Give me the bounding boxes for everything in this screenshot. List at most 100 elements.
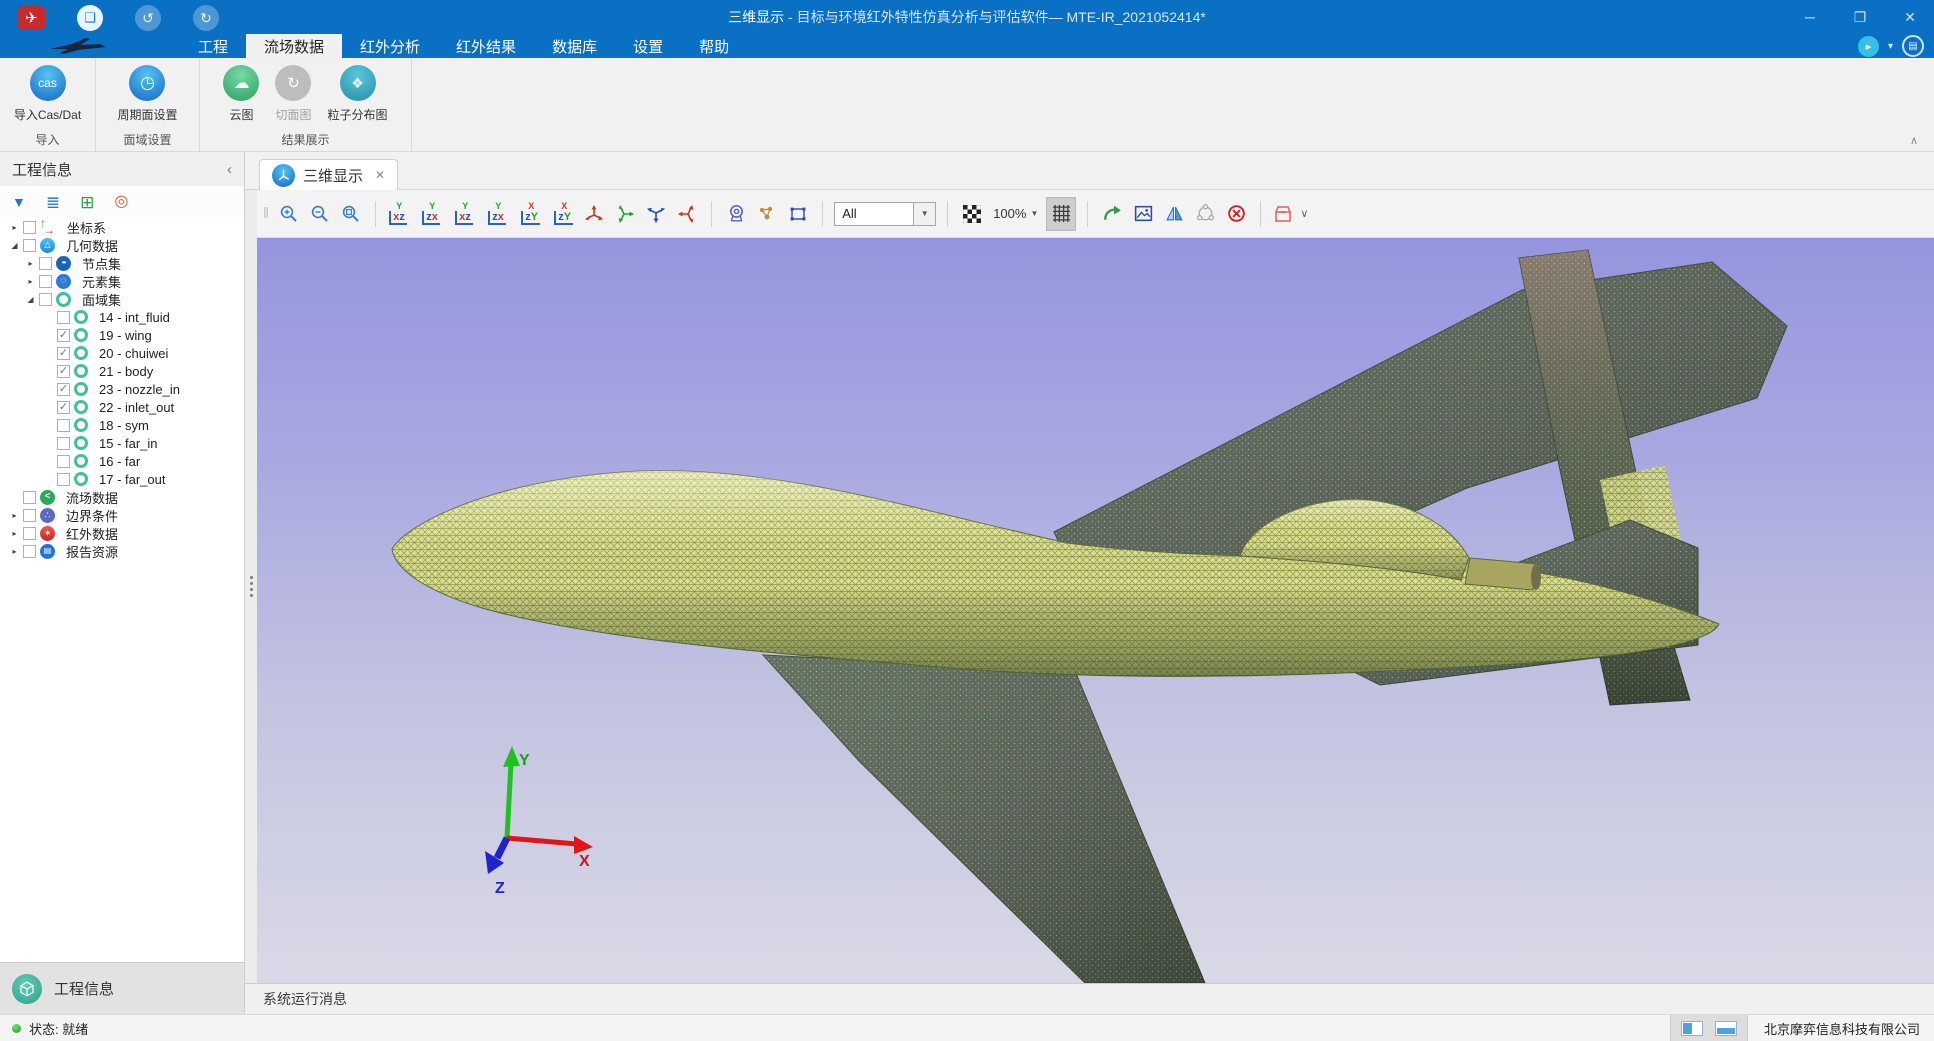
menu-tab-help[interactable]: 帮助 (681, 34, 747, 58)
tree-checkbox[interactable] (57, 473, 70, 486)
ribbon-collapse-icon[interactable]: ∧ (1910, 134, 1918, 147)
tree-checkbox[interactable] (57, 419, 70, 432)
view-orientation-button-6[interactable]: XzY (552, 202, 576, 226)
tree-checkbox[interactable]: ✓ (57, 365, 70, 378)
select-box-icon[interactable] (785, 201, 811, 227)
tree-checkbox[interactable] (23, 545, 36, 558)
tree-item[interactable]: ▸节点集 (4, 254, 240, 272)
tree-item[interactable]: ▸坐标系 (4, 218, 240, 236)
tree-checkbox[interactable] (57, 455, 70, 468)
tree-checkbox[interactable]: ✓ (57, 401, 70, 414)
display-filter-dropdown[interactable]: All ▼ (834, 202, 936, 226)
expand-arrow-icon[interactable]: ◢ (24, 295, 37, 304)
iso-view-1-icon[interactable] (581, 201, 607, 227)
expand-arrow-icon[interactable]: ▸ (8, 547, 21, 556)
close-button[interactable]: ✕ (1900, 9, 1920, 26)
style-caret-icon[interactable]: ▾ (1888, 41, 1893, 52)
notebook-icon[interactable]: ▤ (1902, 35, 1924, 57)
iso-view-3-icon[interactable] (643, 201, 669, 227)
new-file-icon[interactable]: ❏ (77, 5, 103, 31)
tree-item[interactable]: ▸元素集 (4, 272, 240, 290)
tree-item[interactable]: ▸报告资源 (4, 542, 240, 560)
tree-checkbox[interactable] (39, 293, 52, 306)
tree-checkbox[interactable] (57, 437, 70, 450)
import-cas-dat-button[interactable]: cas 导入Cas/Dat (8, 63, 87, 125)
tree-checkbox[interactable] (23, 527, 36, 540)
expand-arrow-icon[interactable]: ▸ (24, 259, 37, 268)
tree-item[interactable]: 17 - far_out (4, 470, 240, 488)
panel-collapse-icon[interactable]: ‹ (227, 161, 232, 178)
particle-distribution-button[interactable]: ❖ 粒子分布图 (322, 63, 394, 125)
redo-icon[interactable]: ↻ (193, 5, 219, 31)
tree-item[interactable]: ✓21 - body (4, 362, 240, 380)
viewport-3d[interactable]: Y X Z (257, 238, 1934, 983)
particles-icon[interactable] (754, 201, 780, 227)
panel-splitter[interactable] (245, 190, 257, 983)
menu-tab-database[interactable]: 数据库 (534, 34, 615, 58)
tree-checkbox[interactable] (39, 257, 52, 270)
list-view-icon[interactable]: ≣ (46, 194, 60, 211)
project-info-footer-button[interactable]: 工程信息 (0, 962, 244, 1014)
zoom-out-icon[interactable] (307, 201, 333, 227)
tab-close-icon[interactable]: ✕ (375, 168, 385, 182)
tree-item[interactable]: ✓23 - nozzle_in (4, 380, 240, 398)
tree-checkbox[interactable]: ✓ (57, 347, 70, 360)
restore-button[interactable]: ❐ (1850, 9, 1870, 26)
menu-tab-flowfield-data[interactable]: 流场数据 (246, 34, 342, 58)
tree-item[interactable]: ✓19 - wing (4, 326, 240, 344)
locate-icon[interactable]: ◎ (114, 194, 128, 210)
expand-arrow-icon[interactable]: ▸ (8, 223, 21, 232)
zoom-fit-icon[interactable] (338, 201, 364, 227)
tree-item[interactable]: ✓20 - chuiwei (4, 344, 240, 362)
tree-item[interactable]: ✓22 - inlet_out (4, 398, 240, 416)
view-orientation-button-5[interactable]: XzY (519, 202, 543, 226)
tree-item[interactable]: 流场数据 (4, 488, 240, 506)
tree-checkbox[interactable] (23, 239, 36, 252)
menu-tab-engineering[interactable]: 工程 (180, 34, 246, 58)
menu-tab-infrared-results[interactable]: 红外结果 (438, 34, 534, 58)
iso-view-2-icon[interactable] (612, 201, 638, 227)
tree-item[interactable]: 16 - far (4, 452, 240, 470)
periodic-face-settings-button[interactable]: ◷ 周期面设置 (111, 63, 183, 125)
layout-bottom-panel-icon[interactable] (1715, 1021, 1737, 1036)
clear-icon[interactable] (1223, 201, 1249, 227)
expand-arrow-icon[interactable]: ▸ (24, 277, 37, 286)
box-caret-icon[interactable]: ∨ (1300, 207, 1308, 220)
share-arrow-icon[interactable] (1099, 201, 1125, 227)
expand-arrow-icon[interactable]: ▸ (8, 511, 21, 520)
minimize-button[interactable]: ─ (1800, 9, 1820, 25)
undo-icon[interactable]: ↺ (135, 5, 161, 31)
tree-checkbox[interactable] (23, 491, 36, 504)
mirror-icon[interactable] (1161, 201, 1187, 227)
contour-plot-button[interactable]: ☁ 云图 (217, 63, 265, 125)
zoom-level-dropdown[interactable]: 100% ▼ (990, 206, 1041, 221)
zoom-in-icon[interactable] (276, 201, 302, 227)
tree-checkbox[interactable] (23, 221, 36, 234)
export-box-dropdown[interactable]: ∨ (1272, 204, 1308, 224)
tree-checkbox[interactable]: ✓ (57, 329, 70, 342)
menu-tab-infrared-analysis[interactable]: 红外分析 (342, 34, 438, 58)
menu-tab-settings[interactable]: 设置 (615, 34, 681, 58)
view-orientation-button-3[interactable]: Yxz (453, 202, 477, 226)
filter-icon[interactable]: ▼ (12, 195, 26, 209)
tree-checkbox[interactable]: ✓ (57, 383, 70, 396)
app-icon[interactable]: ✈ (18, 6, 45, 30)
tree-item[interactable]: ◢几何数据 (4, 236, 240, 254)
tree-item[interactable]: 15 - far_in (4, 434, 240, 452)
expand-arrow-icon[interactable]: ◢ (8, 241, 21, 250)
grid-toggle-button[interactable] (1046, 197, 1076, 231)
tree-item[interactable]: 14 - int_fluid (4, 308, 240, 326)
snapshot-icon[interactable] (1130, 201, 1156, 227)
tree-item[interactable]: ◢面域集 (4, 290, 240, 308)
tree-checkbox[interactable] (23, 509, 36, 522)
layout-left-panel-icon[interactable] (1681, 1021, 1703, 1036)
dropdown-arrow-icon[interactable]: ▼ (913, 203, 935, 225)
expand-arrow-icon[interactable]: ▸ (8, 529, 21, 538)
view-orientation-button-4[interactable]: Yzx (486, 202, 510, 226)
tree-item[interactable]: ▸边界条件 (4, 506, 240, 524)
iso-view-4-icon[interactable] (674, 201, 700, 227)
tree-checkbox[interactable] (57, 311, 70, 324)
toolbar-grip[interactable]: ‖ (263, 205, 269, 222)
camera-icon[interactable] (723, 201, 749, 227)
view-orientation-button-2[interactable]: Yzx (420, 202, 444, 226)
